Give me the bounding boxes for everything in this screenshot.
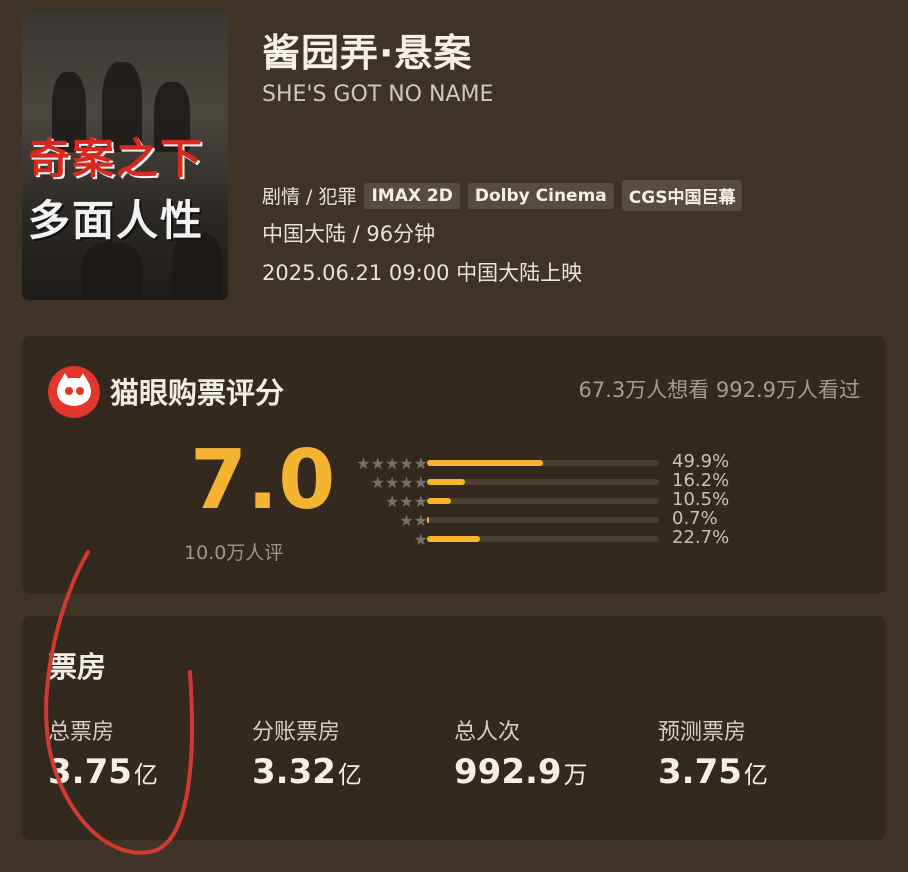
poster-text-line2: 多面人性 — [28, 196, 205, 245]
percent-3-star: 10.5% — [672, 489, 730, 510]
percent-4-star: 16.2% — [672, 470, 730, 491]
format-tag-cgs: CGS中国巨幕 — [621, 180, 743, 211]
format-tag-imax: IMAX 2D — [364, 182, 460, 209]
rating-bar-track — [427, 517, 659, 523]
rating-bar-5-star — [427, 454, 659, 473]
stat-admissions: 总人次 992.9万 — [454, 714, 588, 792]
rating-bar-fill — [427, 479, 465, 485]
stat-value: 992.9 — [454, 752, 562, 792]
star-level-5: ★★★★★ — [356, 454, 428, 473]
stat-label: 分账票房 — [252, 720, 341, 745]
percent-2-star: 0.7% — [672, 508, 718, 529]
stat-forecast-box-office: 预测票房 3.75亿 — [658, 714, 768, 792]
rating-bar-fill — [427, 460, 543, 466]
region-duration: 中国大陆 / 96分钟 — [262, 222, 436, 246]
rating-bar-1-star — [427, 530, 659, 549]
poster-text-line1: 奇案之下 — [28, 134, 205, 183]
stat-label: 预测票房 — [658, 720, 747, 745]
rating-bar-4-star — [427, 473, 659, 492]
percent-1-star: 22.7% — [672, 527, 730, 548]
stat-unit: 亿 — [337, 761, 362, 789]
rating-bar-3-star — [427, 492, 659, 511]
poster-figure — [82, 242, 142, 300]
percent-5-star: 49.9% — [672, 451, 730, 472]
release-date: 2025.06.21 09:00 中国大陆上映 — [262, 261, 583, 285]
star-level-4: ★★★★ — [370, 473, 428, 492]
stat-total-box-office: 总票房 3.75亿 — [48, 714, 158, 792]
rating-card: 猫眼购票评分 67.3万人想看 992.9万人看过 7.0 10.0万人评 ★★… — [22, 336, 886, 594]
stat-label: 总票房 — [48, 720, 115, 745]
box-office-card: 票房 总票房 3.75亿 分账票房 3.32亿 总人次 992.9万 预测票房 … — [22, 616, 886, 840]
star-level-1: ★ — [413, 530, 428, 549]
format-tag-dolby: Dolby Cinema — [467, 182, 614, 209]
stat-value: 3.75 — [48, 752, 132, 792]
rating-percentages: 49.9% 16.2% 10.5% 0.7% 22.7% — [672, 452, 729, 547]
stat-value: 3.75 — [658, 752, 742, 792]
rating-bar-fill — [427, 536, 480, 542]
rating-score: 7.0 — [190, 433, 336, 528]
genre-row: 剧情 / 犯罪 IMAX 2D Dolby Cinema CGS中国巨幕 — [262, 180, 743, 211]
rating-bar-2-star — [427, 511, 659, 530]
star-level-3: ★★★ — [384, 492, 428, 511]
box-office-title: 票房 — [48, 650, 107, 684]
rating-count: 10.0万人评 — [184, 542, 284, 564]
stat-label: 总人次 — [454, 720, 521, 745]
rating-bar-track — [427, 498, 659, 504]
stat-unit: 万 — [563, 761, 588, 789]
rating-title: 猫眼购票评分 — [110, 376, 285, 410]
rating-bar-fill — [427, 498, 452, 504]
genre-text: 剧情 / 犯罪 — [262, 186, 357, 208]
movie-poster[interactable]: 奇案之下 多面人性 — [22, 12, 228, 300]
movie-title: 酱园弄·悬案 — [262, 31, 473, 75]
stat-unit: 亿 — [743, 761, 768, 789]
star-level-2: ★★ — [399, 511, 428, 530]
stat-split-box-office: 分账票房 3.32亿 — [252, 714, 362, 792]
star-levels: ★★★★★ ★★★★ ★★★ ★★ ★ — [332, 454, 428, 549]
want-watched-count: 67.3万人想看 992.9万人看过 — [578, 378, 860, 402]
stat-unit: 亿 — [133, 761, 158, 789]
maoyan-cat-icon — [48, 366, 100, 418]
stat-value: 3.32 — [252, 752, 336, 792]
rating-distribution-bars — [427, 454, 659, 549]
movie-english-title: SHE'S GOT NO NAME — [262, 82, 494, 107]
rating-bar-fill — [427, 517, 429, 523]
